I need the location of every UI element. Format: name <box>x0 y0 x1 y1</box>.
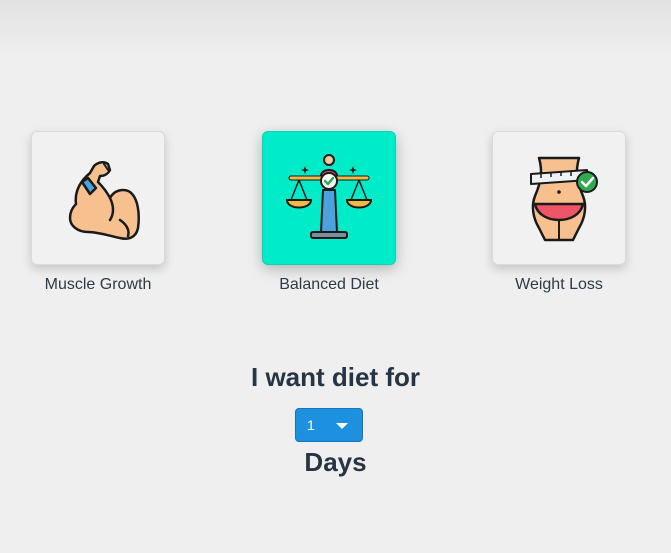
balance-scale-icon <box>285 154 373 239</box>
diet-duration-heading: I want diet for <box>251 362 420 392</box>
goal-card[interactable] <box>262 131 396 265</box>
goal-label: Balanced Diet <box>279 276 379 293</box>
flexed-arm-icon <box>68 161 140 240</box>
goal-option-weight-loss[interactable]: Weight Loss <box>492 131 626 294</box>
goal-label: Weight Loss <box>515 276 603 293</box>
goal-option-balanced-diet[interactable]: Balanced Diet <box>262 131 396 294</box>
goal-label: Muscle Growth <box>44 276 152 293</box>
goal-card[interactable] <box>492 131 626 265</box>
waist-measure-icon <box>530 156 598 242</box>
chevron-down-icon <box>336 423 348 429</box>
top-shade <box>0 0 671 60</box>
days-label: Days <box>304 447 367 477</box>
goal-option-muscle-growth[interactable]: Muscle Growth <box>31 131 165 294</box>
goal-card[interactable] <box>31 131 165 265</box>
days-select[interactable]: 1 <box>295 408 363 442</box>
days-select-value: 1 <box>307 417 315 433</box>
